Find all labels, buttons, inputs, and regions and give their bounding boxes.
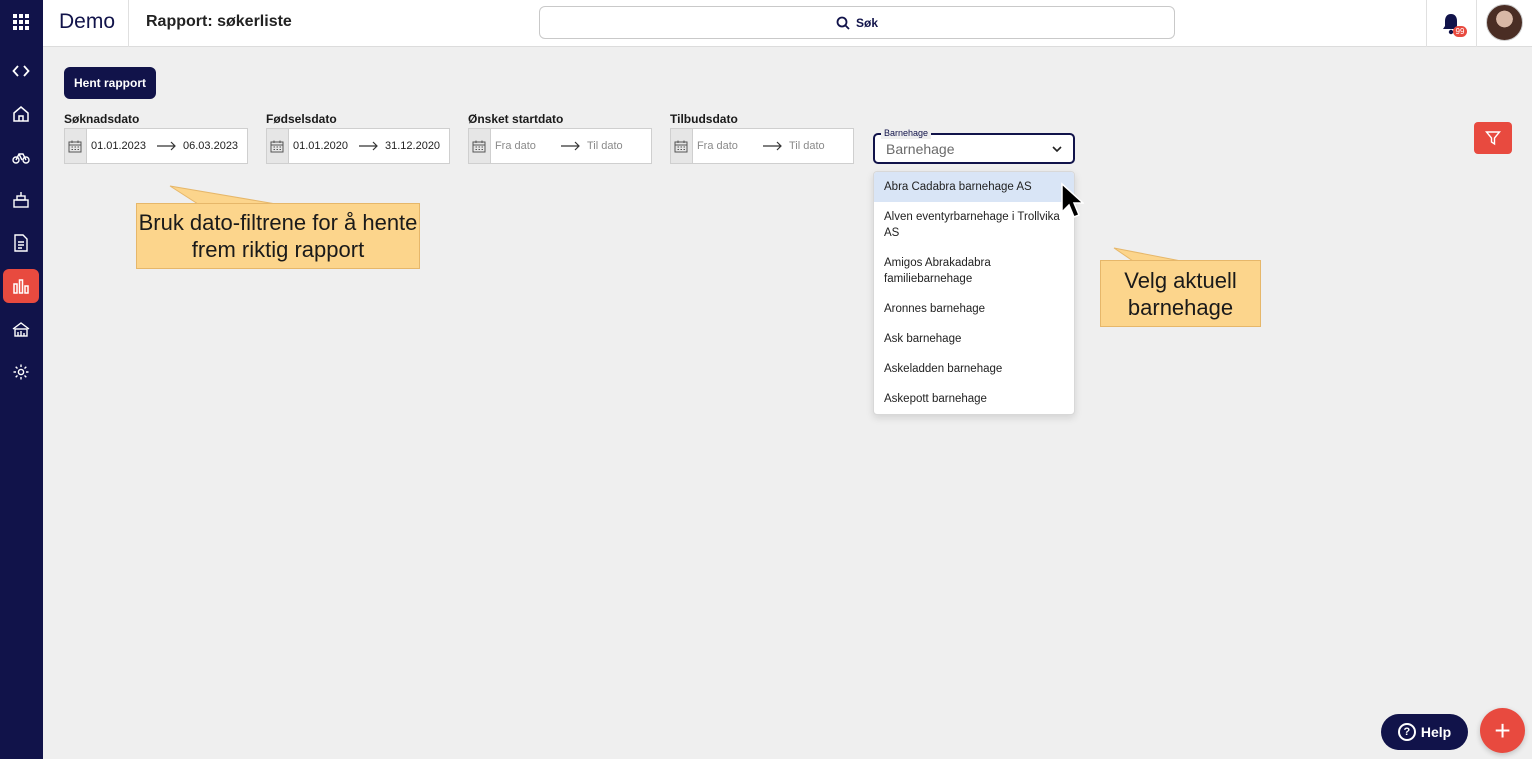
sidebar-item-documents[interactable] (3, 226, 39, 260)
code-icon (12, 65, 30, 77)
date-range (64, 128, 248, 164)
tooltip-tail (169, 185, 277, 205)
search-label: Søk (855, 15, 878, 30)
from-date-input[interactable] (288, 140, 357, 152)
gear-icon (13, 364, 29, 380)
finance-icon (12, 322, 30, 337)
filter-onsket-startdato: Ønsket startdato (468, 112, 652, 164)
from-date-input[interactable] (692, 140, 761, 152)
arrow-right-icon (156, 140, 177, 152)
to-date-input[interactable] (785, 140, 853, 152)
app-name: Demo (59, 10, 116, 33)
filter-icon (1485, 131, 1501, 146)
calendar-icon[interactable] (469, 129, 491, 163)
dropdown-option[interactable]: Amigos Abrakadabra familiebarnehage (874, 248, 1074, 294)
filter-label: Søknadsdato (64, 112, 140, 126)
to-date-input[interactable] (381, 140, 449, 152)
arrow-right-icon (762, 140, 783, 152)
add-button[interactable]: + (1480, 708, 1525, 753)
toggle-sidebar-button[interactable] (3, 54, 39, 88)
document-icon (14, 234, 28, 252)
date-range (266, 128, 450, 164)
sidebar-item-reports[interactable] (3, 269, 39, 303)
dropdown-option[interactable]: Alven eventyrbarnehage i Trollvika AS (874, 202, 1074, 248)
filter-fodselsdato: Fødselsdato (266, 112, 450, 164)
building-icon (13, 192, 29, 208)
divider (1426, 0, 1427, 47)
bicycle-icon (12, 153, 30, 164)
page-title: Rapport: søkerliste (146, 13, 292, 30)
avatar[interactable] (1486, 4, 1523, 41)
sidebar-item-finance[interactable] (3, 312, 39, 346)
dropdown-option[interactable]: Askepott barnehage (874, 384, 1074, 414)
filter-tilbudsdato: Tilbudsdato (670, 112, 854, 164)
divider (1476, 0, 1477, 47)
search-icon (836, 16, 850, 30)
tooltip-date-filters: Bruk dato-filtrene for å hente frem rikt… (136, 203, 420, 269)
home-icon (13, 106, 29, 122)
select-value: Barnehage (886, 141, 955, 157)
hent-rapport-button[interactable]: Hent rapport (64, 67, 156, 99)
from-date-input[interactable] (490, 140, 559, 152)
notification-badge: 99 (1453, 26, 1467, 37)
dropdown-option[interactable]: Ask barnehage (874, 324, 1074, 354)
barnehage-select[interactable]: Barnehage Barnehage (873, 127, 1075, 164)
apps-grid-button[interactable] (3, 5, 39, 39)
calendar-icon[interactable] (267, 129, 289, 163)
sidebar-item-activity[interactable] (3, 140, 39, 174)
calendar-icon[interactable] (671, 129, 693, 163)
sidebar-item-home[interactable] (3, 97, 39, 131)
chart-icon (13, 279, 29, 294)
topbar: Demo Rapport: søkerliste Søk 99 (43, 0, 1532, 47)
date-range (468, 128, 652, 164)
sidebar-item-kindergarten[interactable] (3, 183, 39, 217)
arrow-right-icon (358, 140, 379, 152)
dropdown-option[interactable]: Aronnes barnehage (874, 294, 1074, 324)
calendar-icon[interactable] (65, 129, 87, 163)
filter-label: Fødselsdato (266, 112, 337, 126)
sidebar (0, 0, 43, 759)
tooltip-kindergarten: Velg aktuell barnehage (1100, 260, 1261, 327)
filter-button[interactable] (1474, 122, 1512, 154)
search-bar[interactable]: Søk (539, 6, 1175, 39)
arrow-right-icon (560, 140, 581, 152)
chevron-down-icon (1052, 146, 1062, 153)
date-range (670, 128, 854, 164)
select-legend: Barnehage (881, 127, 932, 139)
mouse-cursor-icon (1061, 182, 1084, 218)
to-date-input[interactable] (583, 140, 651, 152)
from-date-input[interactable] (86, 140, 155, 152)
barnehage-dropdown: Abra Cadabra barnehage AS Alven eventyrb… (873, 171, 1075, 415)
grid-icon (13, 14, 29, 30)
help-label: Help (1420, 724, 1452, 740)
filter-label: Tilbudsdato (670, 112, 738, 126)
filter-soknadsdato: Søknadsdato (64, 112, 248, 164)
divider (128, 0, 129, 47)
dropdown-option[interactable]: Abra Cadabra barnehage AS (874, 172, 1074, 202)
dropdown-option[interactable]: Askeladden barnehage (874, 354, 1074, 384)
question-icon: ? (1397, 723, 1416, 741)
filter-label: Ønsket startdato (468, 112, 564, 126)
to-date-input[interactable] (179, 140, 247, 152)
sidebar-item-settings[interactable] (3, 355, 39, 389)
help-button[interactable]: ? Help (1381, 714, 1468, 750)
